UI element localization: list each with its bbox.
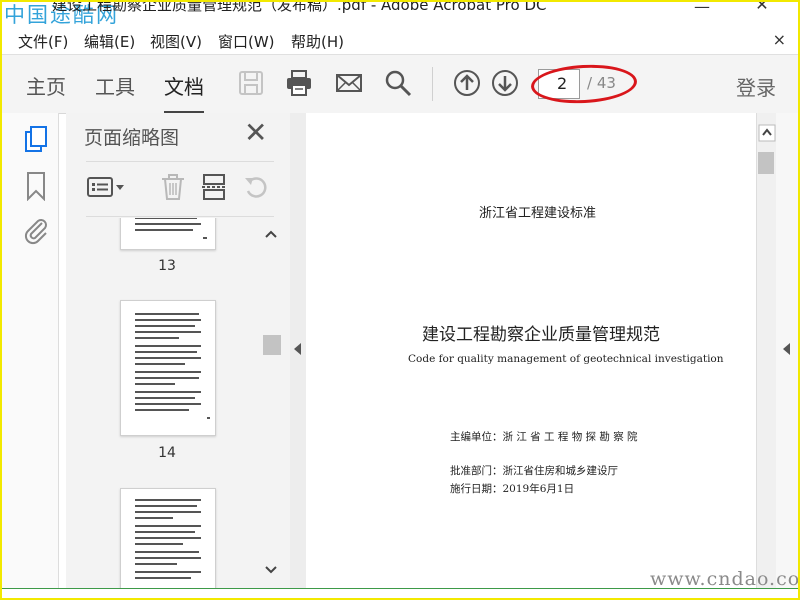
main-toolbar: 主页 工具 文档 2 / 43 登录	[0, 54, 800, 114]
bookmarks-icon[interactable]	[22, 171, 50, 202]
menu-help[interactable]: 帮助(H)	[291, 31, 344, 52]
next-page-icon[interactable]	[490, 68, 520, 98]
status-divider	[0, 588, 800, 589]
search-icon[interactable]	[383, 68, 413, 98]
page-thumbnail-14[interactable]	[120, 300, 216, 436]
document-main-title: 建设工程勘察企业质量管理规范	[422, 325, 660, 345]
insert-page-icon[interactable]	[200, 173, 228, 201]
page-thumbnail-13[interactable]	[120, 218, 216, 250]
page-thumbnail-15[interactable]	[120, 488, 216, 588]
thumbnail-scroll-down-arrow[interactable]	[262, 559, 280, 579]
minimize-button[interactable]: —	[684, 0, 720, 20]
panel-collapse-handle[interactable]	[290, 113, 307, 588]
menu-file[interactable]: 文件(F)	[18, 31, 68, 52]
login-button[interactable]: 登录	[736, 72, 776, 101]
menu-edit[interactable]: 编辑(E)	[84, 31, 135, 52]
thumbnail-page-label: 13	[158, 258, 176, 274]
thumbnail-options-icon[interactable]	[86, 173, 128, 201]
page-thumbnails-panel: 页面缩略图 ✕ 13 14	[66, 113, 291, 588]
close-window-button[interactable]: ✕	[744, 0, 780, 18]
window-title: 建设工程勘察企业质量管理规范（发布稿）.pdf - Adobe Acrobat …	[52, 0, 547, 14]
tab-document[interactable]: 文档	[164, 71, 204, 114]
editor-organization: 主编单位：浙 江 省 工 程 物 探 勘 察 院	[450, 431, 638, 443]
close-document-button[interactable]: ×	[773, 30, 786, 49]
effective-date: 施行日期：2019年6月1日	[450, 483, 575, 495]
approving-department: 批准部门：浙江省住房和城乡建设厅	[450, 465, 618, 477]
thumbnail-scroll-up-arrow[interactable]	[262, 225, 280, 245]
panel-divider	[86, 161, 274, 162]
rotate-page-icon[interactable]	[242, 173, 270, 201]
document-scrollbar[interactable]	[756, 113, 777, 588]
toolbar-separator	[432, 67, 433, 101]
menu-bar: 文件(F) 编辑(E) 视图(V) 窗口(W) 帮助(H) ×	[0, 28, 800, 52]
email-icon[interactable]	[334, 68, 364, 98]
standard-category-heading: 浙江省工程建设标准	[479, 206, 597, 221]
navigation-rail	[0, 113, 59, 588]
document-scrollbar-thumb[interactable]	[758, 152, 774, 174]
panel-title: 页面缩略图	[84, 127, 180, 149]
right-pane-expand-handle[interactable]	[776, 113, 800, 588]
title-bar: 中国途酷网 建设工程勘察企业质量管理规范（发布稿）.pdf - Adobe Ac…	[0, 0, 800, 27]
print-icon[interactable]	[284, 68, 314, 98]
delete-page-icon[interactable]	[159, 173, 187, 201]
tab-home[interactable]: 主页	[26, 71, 66, 100]
thumbnail-list: 13 14	[66, 218, 256, 588]
document-page: 浙江省工程建设标准 建设工程勘察企业质量管理规范 Code for qualit…	[306, 113, 756, 588]
menu-window[interactable]: 窗口(W)	[218, 31, 275, 52]
save-icon[interactable]	[236, 68, 266, 98]
menu-view[interactable]: 视图(V)	[150, 31, 202, 52]
thumbnail-scrollbar-thumb[interactable]	[263, 335, 281, 355]
panel-divider	[86, 216, 274, 217]
panel-close-button[interactable]: ✕	[244, 119, 267, 147]
document-english-title: Code for quality management of geotechni…	[408, 353, 724, 365]
thumbnail-page-label: 14	[158, 445, 176, 461]
tab-tools[interactable]: 工具	[95, 71, 135, 100]
page-thumbnails-icon[interactable]	[22, 125, 50, 155]
attachments-icon[interactable]	[22, 215, 50, 245]
previous-page-icon[interactable]	[452, 68, 482, 98]
watermark-url-bottom: www.cndao.com	[650, 568, 800, 590]
